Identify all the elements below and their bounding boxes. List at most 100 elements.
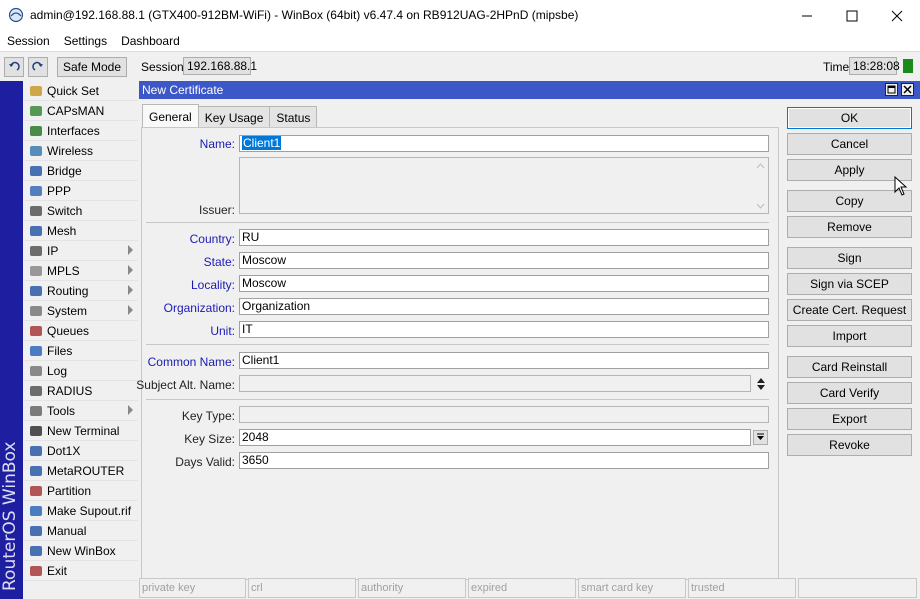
unit-input[interactable]: IT [239,321,769,338]
remove-button[interactable]: Remove [787,216,912,238]
ppp-icon [28,184,44,198]
sidebar-item-tools[interactable]: Tools [23,401,138,421]
ip-icon [28,244,44,258]
dialog-restore-button[interactable] [885,83,898,96]
issuer-label: Issuer: [198,203,235,217]
menu-dashboard[interactable]: Dashboard [114,34,187,48]
cancel-button[interactable]: Cancel [787,133,912,155]
card-verify-button[interactable]: Card Verify [787,382,912,404]
submenu-arrow-icon [128,265,133,275]
key-size-dropdown-button[interactable] [753,430,768,445]
maximize-button[interactable] [829,0,875,31]
close-window-button[interactable] [874,0,920,31]
sidebar-item-manual[interactable]: Manual [23,521,138,541]
key-type-input[interactable] [239,406,769,423]
exit-icon [28,564,44,578]
sidebar-item-log[interactable]: Log [23,361,138,381]
sidebar-item-queues[interactable]: Queues [23,321,138,341]
locality-input[interactable]: Moscow [239,275,769,292]
sidebar-item-quick-set[interactable]: Quick Set [23,81,138,101]
sidebar-item-interfaces[interactable]: Interfaces [23,121,138,141]
routing-icon [28,284,44,298]
sidebar-item-mpls[interactable]: MPLS [23,261,138,281]
common-name-label: Common Name: [147,355,235,369]
sidebar-item-label: IP [47,243,59,258]
sidebar-item-bridge[interactable]: Bridge [23,161,138,181]
sidebar-item-ppp[interactable]: PPP [23,181,138,201]
create-cert-request-button[interactable]: Create Cert. Request [787,299,912,321]
state-input[interactable]: Moscow [239,252,769,269]
sidebar-item-label: Manual [47,523,87,538]
name-input[interactable]: Client1 [239,135,769,152]
key-size-select[interactable]: 2048 [239,429,751,446]
terminal-icon [28,424,44,438]
organization-input[interactable]: Organization [239,298,769,315]
subject-alt-name-input[interactable] [239,375,751,392]
menu-bar: Session Settings Dashboard [0,31,920,51]
sign-button[interactable]: Sign [787,247,912,269]
sidebar-item-routing[interactable]: Routing [23,281,138,301]
sidebar-item-label: Mesh [47,223,77,238]
queues-icon [28,324,44,338]
sidebar-item-switch[interactable]: Switch [23,201,138,221]
sidebar: Quick Set CAPsMAN Interfaces Wireless Bridge… [23,81,138,599]
name-input-value: Client1 [242,136,282,150]
issuer-field[interactable] [239,157,769,214]
export-button[interactable]: Export [787,408,912,430]
sidebar-item-exit[interactable]: Exit [23,561,138,581]
status-private-key: private key [139,578,246,598]
sidebar-item-label: Tools [47,403,76,418]
sidebar-item-new-terminal[interactable]: New Terminal [23,421,138,441]
status-trusted: trusted [688,578,796,598]
sidebar-item-radius[interactable]: RADIUS [23,381,138,401]
interfaces-icon [28,124,44,138]
sidebar-item-files[interactable]: Files [23,341,138,361]
dialog-title: New Certificate [142,83,224,97]
sidebar-item-make-supout-rif[interactable]: Make Supout.rif [23,501,138,521]
sidebar-item-label: Log [47,363,68,378]
unit-label: Unit: [210,324,235,338]
common-name-input[interactable]: Client1 [239,352,769,369]
sidebar-item-metarouter[interactable]: MetaROUTER [23,461,138,481]
capsman-icon [28,104,44,118]
sidebar-item-label: Dot1X [47,443,81,458]
tab-general[interactable]: General [142,104,199,128]
minimize-icon [802,15,812,16]
files-icon [28,344,44,358]
sidebar-item-dot1x[interactable]: Dot1X [23,441,138,461]
toolbar: Safe Mode Session: 192.168.88.1 Time: 18… [0,51,920,80]
menu-session[interactable]: Session [0,34,57,48]
sidebar-item-mesh[interactable]: Mesh [23,221,138,241]
sidebar-item-system[interactable]: System [23,301,138,321]
sidebar-item-ip[interactable]: IP [23,241,138,261]
time-value: 18:28:08 [849,57,900,75]
menu-settings[interactable]: Settings [57,34,114,48]
up-down-icon[interactable] [755,376,767,392]
metarouter-icon [28,464,44,478]
sidebar-item-new-winbox[interactable]: New WinBox [23,541,138,561]
minimize-button[interactable] [784,0,830,31]
dialog-close-button[interactable] [901,83,914,96]
sidebar-item-label: Quick Set [47,83,100,98]
safe-mode-button[interactable]: Safe Mode [57,57,127,77]
log-icon [28,364,44,378]
tab-key-usage[interactable]: Key Usage [197,106,271,128]
import-button[interactable]: Import [787,325,912,347]
ok-button[interactable]: OK [787,107,912,129]
status-authority: authority [358,578,466,598]
scroll-up-icon [756,163,765,169]
new-winbox-icon [28,544,44,558]
sidebar-item-wireless[interactable]: Wireless [23,141,138,161]
tab-status[interactable]: Status [269,106,318,128]
system-icon [28,304,44,318]
sidebar-item-capsman[interactable]: CAPsMAN [23,101,138,121]
undo-button[interactable] [4,57,24,77]
country-input[interactable]: RU [239,229,769,246]
separator [146,344,769,345]
redo-button[interactable] [28,57,48,77]
revoke-button[interactable]: Revoke [787,434,912,456]
sign-via-scep-button[interactable]: Sign via SCEP [787,273,912,295]
days-valid-input[interactable]: 3650 [239,452,769,469]
card-reinstall-button[interactable]: Card Reinstall [787,356,912,378]
sidebar-item-partition[interactable]: Partition [23,481,138,501]
